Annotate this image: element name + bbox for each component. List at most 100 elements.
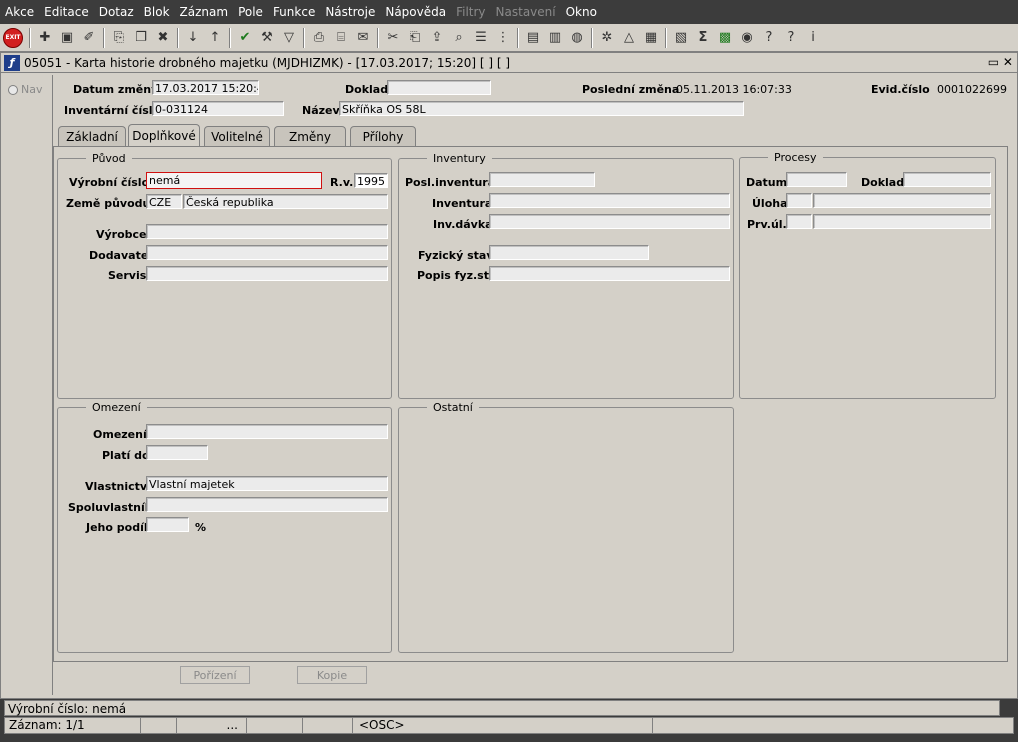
radio-icon	[8, 84, 18, 95]
doklad-field[interactable]	[387, 80, 491, 95]
group-inventury-title: Inventury	[427, 152, 492, 165]
spoluvlastnik-field[interactable]	[146, 497, 388, 512]
procesy-datum-label: Datum	[746, 176, 788, 189]
export-icon[interactable]: ⇪	[426, 27, 448, 49]
popis-fyz-field[interactable]	[489, 266, 730, 281]
tab-3[interactable]: Změny	[274, 126, 346, 146]
menu-item-8[interactable]: Nápověda	[380, 5, 451, 19]
duplicate-icon[interactable]: ❐	[130, 27, 152, 49]
filter-icon[interactable]: ▽	[278, 27, 300, 49]
menu-item-11[interactable]: Okno	[561, 5, 602, 19]
porizeni-button[interactable]: Pořízení	[180, 666, 250, 684]
help-question-icon[interactable]: ?	[758, 27, 780, 49]
inv-cislo-field[interactable]: 0-031124	[152, 101, 284, 116]
mail-icon[interactable]: ✉	[352, 27, 374, 49]
tab-2[interactable]: Volitelné	[204, 126, 270, 146]
nav-radio[interactable]: Nav	[8, 83, 42, 96]
exit-button[interactable]: EXIT	[0, 27, 26, 49]
window-controls[interactable]: ▭ ✕	[988, 55, 1013, 69]
rv-field[interactable]: 1995	[354, 173, 388, 188]
uloha-code-field[interactable]	[786, 193, 812, 208]
window-title: 05051 - Karta historie drobného majetku …	[24, 55, 511, 70]
menu-item-1[interactable]: Editace	[39, 5, 94, 19]
help-icon[interactable]: ?	[780, 27, 802, 49]
list-icon[interactable]: ☰	[470, 27, 492, 49]
document-icon[interactable]: ▥	[544, 27, 566, 49]
procesy-doklad-field[interactable]	[903, 172, 991, 187]
exit-icon: EXIT	[3, 27, 23, 48]
menu-item-2[interactable]: Dotaz	[94, 5, 139, 19]
plati-do-field[interactable]	[146, 445, 208, 460]
vyrobni-cislo-label: Výrobní číslo	[69, 176, 150, 189]
omezeni-field[interactable]	[146, 424, 388, 439]
confirm-icon[interactable]: ✔	[234, 27, 256, 49]
report-icon[interactable]: ▧	[670, 27, 692, 49]
tab-1[interactable]: Doplňkové	[128, 124, 200, 147]
datum-zmeny-field[interactable]: 17.03.2017 15:20:47	[152, 80, 259, 95]
clipboard-icon[interactable]: ▤	[522, 27, 544, 49]
status-osc: <OSC>	[353, 718, 653, 733]
inv-davka-field[interactable]	[489, 214, 730, 229]
chart-icon[interactable]: ▦	[640, 27, 662, 49]
posl-inventura-field[interactable]	[489, 172, 595, 187]
prvul-code-field[interactable]	[786, 214, 812, 229]
menu-item-7[interactable]: Nástroje	[320, 5, 380, 19]
status-cell-2	[141, 718, 177, 733]
vyrobce-field[interactable]	[146, 224, 388, 239]
nazev-label: Název	[302, 104, 340, 117]
search-icon[interactable]: ⌕	[448, 27, 470, 49]
spoluvlastnik-label: Spoluvlastník	[68, 501, 153, 514]
vyrobni-cislo-field[interactable]: nemá	[146, 172, 322, 189]
zeme-puvodu-label: Země původu	[66, 197, 151, 210]
status-ellipsis: ...	[177, 718, 247, 733]
print-preview-icon[interactable]: ⌸	[330, 27, 352, 49]
new-record-icon[interactable]: ✚	[34, 27, 56, 49]
toolbar-separator	[177, 27, 179, 48]
settings-icon[interactable]: ✲	[596, 27, 618, 49]
uloha-name-field	[813, 193, 991, 208]
menu-item-3[interactable]: Blok	[139, 5, 175, 19]
menu-item-6[interactable]: Funkce	[268, 5, 320, 19]
evid-cislo-label: Evid.číslo	[871, 83, 930, 96]
info-icon[interactable]: i	[802, 27, 824, 49]
browser-icon[interactable]: ◉	[736, 27, 758, 49]
excel-icon[interactable]: ▩	[714, 27, 736, 49]
uloha-label: Úloha	[752, 197, 788, 210]
prvul-name-field	[813, 214, 991, 229]
servis-field[interactable]	[146, 266, 388, 281]
tools-icon[interactable]: ⚒	[256, 27, 278, 49]
fyzicky-stav-field[interactable]	[489, 245, 649, 260]
podil-field[interactable]	[146, 517, 189, 532]
zeme-code-field[interactable]: CZE	[146, 194, 182, 209]
tree-icon[interactable]: ⋮	[492, 27, 514, 49]
nazev-field[interactable]: Skříňka OS 58L	[339, 101, 744, 116]
globe-icon[interactable]: ◍	[566, 27, 588, 49]
save-icon[interactable]: ▣	[56, 27, 78, 49]
dodavatel-field[interactable]	[146, 245, 388, 260]
procesy-datum-field[interactable]	[786, 172, 847, 187]
inventura-field[interactable]	[489, 193, 730, 208]
menu-item-5[interactable]: Pole	[233, 5, 268, 19]
print-icon[interactable]: ⎙	[308, 27, 330, 49]
tab-4[interactable]: Přílohy	[350, 126, 416, 146]
sum-icon[interactable]: Σ	[692, 27, 714, 49]
plati-do-label: Platí do	[102, 449, 150, 462]
clear-icon[interactable]: ✐	[78, 27, 100, 49]
cut-icon[interactable]: ✂	[382, 27, 404, 49]
sort-desc-icon[interactable]: ↑	[204, 27, 226, 49]
kopie-button[interactable]: Kopie	[297, 666, 367, 684]
sort-asc-icon[interactable]: ↓	[182, 27, 204, 49]
paste-icon[interactable]: ⎗	[404, 27, 426, 49]
group-omezeni-title: Omezení	[86, 401, 147, 414]
warning-icon[interactable]: △	[618, 27, 640, 49]
vlastnictvi-field[interactable]: Vlastní majetek	[146, 476, 388, 491]
tab-0[interactable]: Základní	[58, 126, 126, 146]
copy-record-icon[interactable]: ⎘	[108, 27, 130, 49]
zeme-name-field: Česká republika	[183, 194, 388, 209]
toolbar-icons: ✚ ▣ ✐ ⎘ ❐ ✖ ↓ ↑ ✔ ⚒ ▽ ⎙ ⌸ ✉ ✂ ⎗ ⇪ ⌕ ☰ ⋮ ▤ ▥ ◍ ✲ △ ▦ ▧ Σ ▩ ◉?? i	[34, 27, 824, 49]
vyrobce-label: Výrobce	[96, 228, 147, 241]
nav-label: Nav	[21, 83, 43, 96]
menu-item-0[interactable]: Akce	[0, 5, 39, 19]
delete-record-icon[interactable]: ✖	[152, 27, 174, 49]
menu-item-4[interactable]: Záznam	[175, 5, 234, 19]
